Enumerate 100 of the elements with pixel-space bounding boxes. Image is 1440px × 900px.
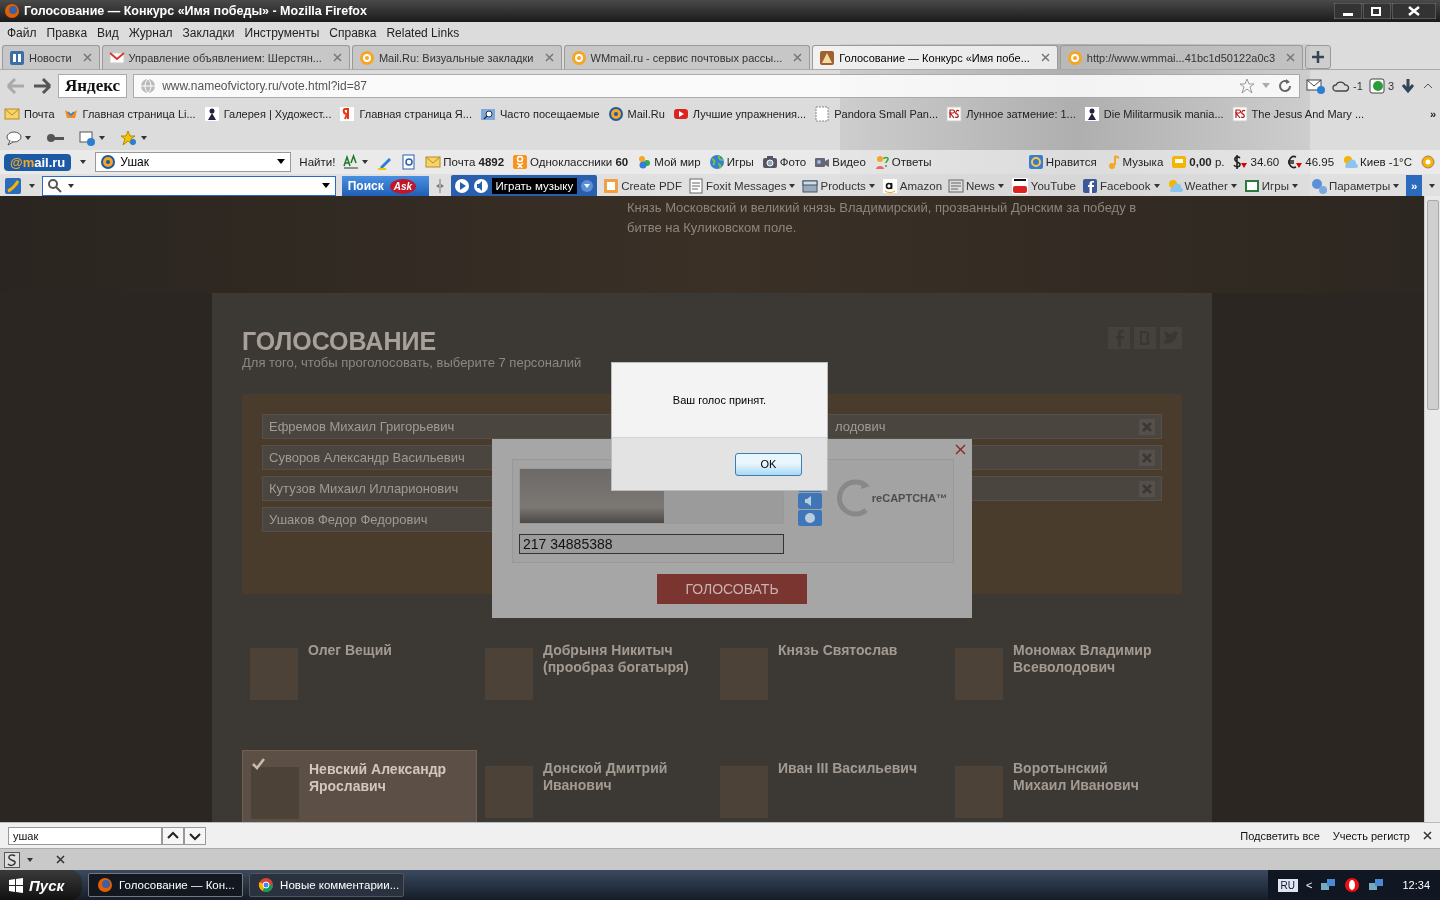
show-hidden-icons-button[interactable]: <: [1306, 879, 1313, 891]
find-previous-button[interactable]: [162, 826, 184, 845]
candidate-card[interactable]: Иван III Васильевич: [712, 750, 947, 822]
menu-item[interactable]: Закладки: [177, 26, 240, 40]
bookmark-link[interactable]: Главная страница Я...: [359, 108, 472, 120]
dropdown-caret-icon[interactable]: [867, 182, 876, 190]
mailru-logo[interactable]: @mail.ru: [4, 153, 72, 171]
network-icon[interactable]: [1320, 878, 1337, 892]
s-logo-icon[interactable]: [4, 851, 20, 868]
download-icon[interactable]: [1400, 78, 1416, 94]
settings-link[interactable]: Параметры: [1328, 180, 1391, 192]
restore-icon[interactable]: [1363, 3, 1391, 19]
taskbar-button[interactable]: Голосование — Кон...: [88, 873, 244, 897]
page-search-icon[interactable]: [401, 154, 418, 170]
dropdown-caret-icon[interactable]: [788, 182, 797, 190]
toolbar-link[interactable]: Почта 4892: [443, 156, 505, 168]
taskbar-button[interactable]: Новые комментарии...: [249, 873, 405, 897]
font-size-icon[interactable]: [343, 154, 360, 170]
star-icon[interactable]: [1239, 78, 1256, 94]
speech-bubble-icon[interactable]: [6, 130, 22, 146]
toolbar-link[interactable]: Create PDF: [621, 180, 682, 192]
laptop-icon[interactable]: [78, 130, 96, 146]
bookmark-link[interactable]: Лунное затмение: 1...: [966, 108, 1076, 120]
bookmark-link[interactable]: The Jesus And Mary ...: [1251, 108, 1365, 120]
forward-icon[interactable]: [32, 76, 52, 96]
bookmark-link[interactable]: Главная страница Li...: [82, 108, 196, 120]
menu-item[interactable]: Инструменты: [239, 26, 325, 40]
toolbar-link[interactable]: Weather: [1184, 180, 1228, 192]
dropdown-caret-icon[interactable]: [580, 179, 595, 193]
dropdown-caret-icon[interactable]: [67, 182, 75, 190]
candidate-card[interactable]: Князь Святослав: [712, 632, 947, 710]
start-button[interactable]: Пуск: [0, 870, 83, 900]
toolbar-link[interactable]: Фото: [779, 156, 807, 168]
minimize-icon[interactable]: [1334, 3, 1362, 19]
toolbar-link[interactable]: Музыка: [1122, 156, 1164, 168]
browser-tab[interactable]: WMmail.ru - сервис почтовых рассы...: [563, 45, 811, 69]
candidate-card[interactable]: Олег Вещий: [242, 632, 477, 710]
search-field[interactable]: [42, 176, 336, 196]
browser-tab[interactable]: Голосование — Конкурс «Имя побе...: [812, 45, 1058, 69]
find-field[interactable]: ушак: [8, 826, 162, 845]
toolbar-link[interactable]: 34.60: [1250, 156, 1280, 168]
mail-notifier-icon[interactable]: [1306, 77, 1327, 95]
highlight-all-option[interactable]: Подсветить все: [1240, 829, 1320, 842]
scrollbar[interactable]: [1424, 196, 1440, 822]
candidate-card[interactable]: Воротынский Михаил Иванович: [947, 750, 1182, 822]
bookmark-link[interactable]: Лучшие упражнения...: [692, 108, 807, 120]
candidate-card[interactable]: Мономах Владимир Всеволодович: [947, 632, 1182, 710]
browser-tab[interactable]: http://www.wmmai...41bc1d50122a0c3: [1059, 45, 1304, 69]
reload-icon[interactable]: [1277, 78, 1294, 94]
menu-item[interactable]: Журнал: [123, 26, 178, 40]
bookmark-link[interactable]: Часто посещаемые: [499, 108, 600, 120]
menu-item[interactable]: Вид: [92, 26, 124, 40]
dropdown-caret-icon[interactable]: [1152, 182, 1161, 190]
dropdown-caret-icon[interactable]: [79, 158, 88, 166]
candidate-card[interactable]: Невский Александр Ярославич: [242, 750, 477, 822]
toolbar-link[interactable]: News: [966, 180, 995, 192]
menu-item[interactable]: Related Links: [381, 26, 465, 40]
yandex-logo[interactable]: Яндекс: [58, 74, 128, 98]
bookmark-link[interactable]: Die Militarmusik mania...: [1103, 108, 1224, 120]
badge-icon[interactable]: [1368, 78, 1385, 94]
more-button[interactable]: »: [1406, 175, 1422, 196]
toolbar-link[interactable]: 0,00 р.: [1189, 156, 1225, 168]
dropdown-caret-icon[interactable]: [28, 182, 36, 190]
toolbar-link[interactable]: Мой мир: [654, 156, 701, 168]
dropdown-caret-icon[interactable]: [98, 134, 106, 142]
help-icon[interactable]: [797, 510, 822, 526]
dropdown-caret-icon[interactable]: [140, 134, 148, 142]
search-field[interactable]: Ушак: [95, 152, 292, 172]
network-icon[interactable]: [1368, 878, 1385, 892]
menu-item[interactable]: Правка: [41, 26, 93, 40]
dropdown-caret-icon[interactable]: [1392, 182, 1401, 190]
bookmark-link[interactable]: Mail.Ru: [627, 108, 665, 120]
language-indicator[interactable]: RU: [1277, 878, 1299, 892]
toolbar-link[interactable]: Игры: [1261, 180, 1289, 192]
toolbar-link[interactable]: Игры: [726, 156, 754, 168]
music-player[interactable]: Играть музыку: [450, 175, 598, 196]
toolbar-link[interactable]: Видео: [832, 156, 866, 168]
browser-tab[interactable]: Новости: [2, 45, 100, 69]
find-button[interactable]: Найти!: [299, 156, 336, 168]
captcha-answer-field[interactable]: 217 34885388: [519, 534, 784, 554]
menu-item[interactable]: Справка: [324, 26, 382, 40]
close-icon[interactable]: [56, 855, 65, 864]
address-field[interactable]: www.nameofvictory.ru/vote.html?id=87: [133, 74, 1301, 98]
candidate-card[interactable]: Добрыня Никитыч (прообраз богатыря): [477, 632, 712, 710]
dropdown-caret-icon[interactable]: [1290, 182, 1299, 190]
bookmark-link[interactable]: Почта: [24, 108, 55, 120]
new-tab-button[interactable]: [1305, 45, 1332, 69]
toolbar-link[interactable]: Amazon: [899, 180, 943, 192]
find-next-button[interactable]: [184, 826, 206, 845]
match-case-option[interactable]: Учесть регистр: [1332, 829, 1410, 842]
toolbar-link[interactable]: 46.95: [1305, 156, 1335, 168]
toolbar-link[interactable]: Одноклассники 60: [530, 156, 629, 168]
dropdown-caret-icon[interactable]: [996, 182, 1005, 190]
ok-button[interactable]: OK: [735, 452, 802, 476]
settings-icon[interactable]: [1420, 154, 1436, 170]
ask-toolbar-icon[interactable]: [4, 177, 22, 195]
vote-button[interactable]: ГОЛОСОВАТЬ: [657, 574, 807, 604]
dropdown-caret-icon[interactable]: [24, 134, 32, 142]
dropdown-caret-icon[interactable]: [1229, 182, 1238, 190]
search-button[interactable]: Поиск Ask: [341, 176, 429, 196]
